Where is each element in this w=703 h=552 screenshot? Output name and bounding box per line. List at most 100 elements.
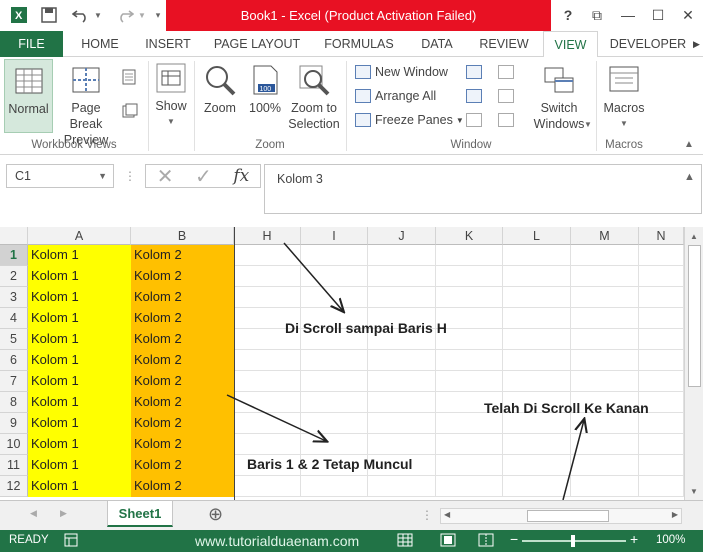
tab-developer[interactable]: DEVELOPER bbox=[606, 31, 690, 57]
formula-value: Kolom 3 bbox=[277, 172, 323, 186]
redo-icon[interactable] bbox=[114, 5, 136, 25]
macros-button[interactable]: Macros ▼ bbox=[601, 64, 647, 132]
watermark-url: www.tutorialduaenam.com bbox=[195, 533, 360, 549]
zoom-slider-knob[interactable] bbox=[571, 535, 575, 547]
formula-bar: C1 ▼ ⋮ ✕ ✓ fx Kolom 3 ▲ bbox=[0, 155, 703, 227]
magnifier-icon bbox=[206, 66, 236, 96]
formula-bar-resize-icon[interactable]: ⋮ bbox=[124, 169, 136, 183]
scroll-left-icon[interactable]: ◀ bbox=[444, 510, 450, 519]
horizontal-scrollbar[interactable]: ◀ ▶ bbox=[440, 508, 682, 524]
scroll-up-icon[interactable]: ▲ bbox=[685, 228, 703, 244]
tab-page-layout[interactable]: PAGE LAYOUT bbox=[208, 31, 306, 57]
close-button[interactable]: ✕ bbox=[676, 4, 700, 26]
freeze-panes-button[interactable]: Freeze Panes ▼ bbox=[355, 110, 464, 130]
sheet-scroll-left-icon[interactable]: ◀ bbox=[30, 508, 37, 519]
zoom-label: Zoom bbox=[204, 101, 236, 115]
normal-view-label: Normal bbox=[8, 102, 49, 116]
minimize-button[interactable]: — bbox=[616, 4, 640, 26]
freeze-panes-icon bbox=[355, 113, 371, 127]
sheet-tab-bar: ◀ ▶ Sheet1 ⊕ ⋮ ◀ ▶ bbox=[0, 500, 703, 530]
arrow-frozen-columns bbox=[226, 394, 326, 441]
normal-view-button[interactable]: Normal bbox=[4, 59, 53, 133]
split-icon[interactable] bbox=[466, 65, 482, 79]
switch-windows-button[interactable]: Switch Windows bbox=[526, 64, 592, 132]
normal-view-status-icon[interactable] bbox=[397, 533, 413, 550]
annotation-arrows bbox=[226, 242, 684, 500]
tab-formulas[interactable]: FORMULAS bbox=[316, 31, 402, 57]
arrow-scroll-row bbox=[283, 242, 343, 311]
new-window-button[interactable]: New Window bbox=[355, 62, 448, 82]
sheet-scroll-right-icon[interactable]: ▶ bbox=[60, 508, 67, 519]
customize-icon[interactable]: ▾ bbox=[152, 5, 164, 25]
tab-home[interactable]: HOME bbox=[72, 31, 128, 57]
page-break-status-icon[interactable] bbox=[478, 533, 494, 550]
tab-data[interactable]: DATA bbox=[412, 31, 462, 57]
sheet-tab-sheet1[interactable]: Sheet1 bbox=[107, 501, 173, 527]
show-icon bbox=[156, 63, 186, 93]
tab-file[interactable]: FILE bbox=[0, 31, 63, 57]
tab-review[interactable]: REVIEW bbox=[472, 31, 536, 57]
arrange-all-icon bbox=[355, 89, 371, 103]
help-button[interactable]: ? bbox=[556, 4, 580, 26]
horizontal-scroll-thumb[interactable] bbox=[527, 510, 609, 522]
macros-label: Macros bbox=[603, 101, 645, 115]
insert-function-button[interactable]: fx bbox=[233, 166, 249, 186]
tabs-scroll-right-icon[interactable]: ▶ bbox=[690, 31, 703, 57]
zoom-out-button[interactable]: − bbox=[510, 531, 518, 547]
zoom-slider[interactable] bbox=[522, 535, 626, 547]
new-window-label: New Window bbox=[375, 65, 448, 79]
new-sheet-button[interactable]: ⊕ bbox=[208, 504, 223, 525]
svg-text:100: 100 bbox=[260, 86, 272, 93]
name-box[interactable]: C1 ▼ bbox=[6, 164, 114, 188]
page-break-preview-button[interactable]: Page Break Preview bbox=[55, 64, 117, 148]
freeze-panes-dropdown-icon: ▼ bbox=[455, 115, 464, 125]
maximize-button[interactable]: ☐ bbox=[646, 4, 670, 26]
show-dropdown-icon: ▼ bbox=[167, 117, 175, 126]
macro-recording-icon[interactable] bbox=[64, 533, 78, 550]
custom-views-icon[interactable] bbox=[122, 103, 138, 119]
zoom-to-selection-icon bbox=[299, 65, 330, 96]
tab-split-handle-icon[interactable]: ⋮ bbox=[421, 508, 433, 522]
cancel-icon[interactable]: ✕ bbox=[157, 164, 174, 189]
undo-dropdown-icon[interactable]: ▼ bbox=[92, 5, 104, 25]
scroll-right-icon[interactable]: ▶ bbox=[672, 510, 678, 519]
new-window-icon bbox=[355, 65, 371, 79]
page-layout-status-icon[interactable] bbox=[440, 533, 456, 550]
page-layout-view-icon[interactable] bbox=[122, 69, 136, 85]
enter-icon[interactable]: ✓ bbox=[195, 164, 212, 189]
ribbon-display-button[interactable]: ⧉ bbox=[585, 4, 609, 26]
vertical-scroll-thumb[interactable] bbox=[688, 245, 701, 387]
tab-insert[interactable]: INSERT bbox=[138, 31, 198, 57]
unhide-icon[interactable] bbox=[466, 113, 482, 127]
formula-input[interactable]: Kolom 3 bbox=[264, 164, 702, 214]
zoom-level[interactable]: 100% bbox=[656, 534, 685, 546]
name-box-value: C1 bbox=[15, 169, 31, 183]
vertical-scrollbar[interactable]: ▲ ▼ bbox=[684, 227, 703, 500]
worksheet-grid[interactable]: A B H I J K L M N 1 Kolom 1 Kolom 2 2 Kolom … bbox=[0, 227, 703, 500]
zoom-button[interactable]: Zoom bbox=[199, 64, 241, 116]
excel-icon: X bbox=[8, 5, 30, 25]
status-bar: READY www.tutorialduaenam.com − + 100% bbox=[0, 530, 703, 552]
ribbon-separator bbox=[148, 61, 149, 151]
tab-view[interactable]: VIEW bbox=[543, 31, 598, 58]
synchronous-scrolling-icon[interactable] bbox=[498, 89, 514, 103]
zoom-to-selection-button[interactable]: Zoom to Selection bbox=[287, 64, 341, 132]
view-side-by-side-icon[interactable] bbox=[498, 65, 514, 79]
undo-icon[interactable] bbox=[70, 5, 92, 25]
hide-icon[interactable] bbox=[466, 89, 482, 103]
show-button[interactable]: Show ▼ bbox=[152, 62, 190, 130]
arrange-all-label: Arrange All bbox=[375, 89, 437, 103]
collapse-formula-bar-icon[interactable]: ▲ bbox=[684, 171, 695, 183]
save-icon[interactable] bbox=[38, 5, 60, 25]
zoom-100-button[interactable]: 100 100% bbox=[246, 64, 284, 116]
collapse-ribbon-icon[interactable]: ▲ bbox=[684, 139, 694, 150]
switch-windows-icon bbox=[544, 67, 574, 93]
switch-windows-dropdown-icon: ▼ bbox=[584, 120, 592, 129]
redo-dropdown-icon[interactable]: ▼ bbox=[136, 5, 148, 25]
arrange-all-button[interactable]: Arrange All bbox=[355, 86, 436, 106]
name-box-dropdown-icon[interactable]: ▼ bbox=[98, 165, 107, 187]
zoom-to-label-1: Zoom to bbox=[291, 101, 337, 115]
reset-window-position-icon[interactable] bbox=[498, 113, 514, 127]
scroll-down-icon[interactable]: ▼ bbox=[685, 483, 703, 499]
zoom-in-button[interactable]: + bbox=[630, 531, 638, 547]
